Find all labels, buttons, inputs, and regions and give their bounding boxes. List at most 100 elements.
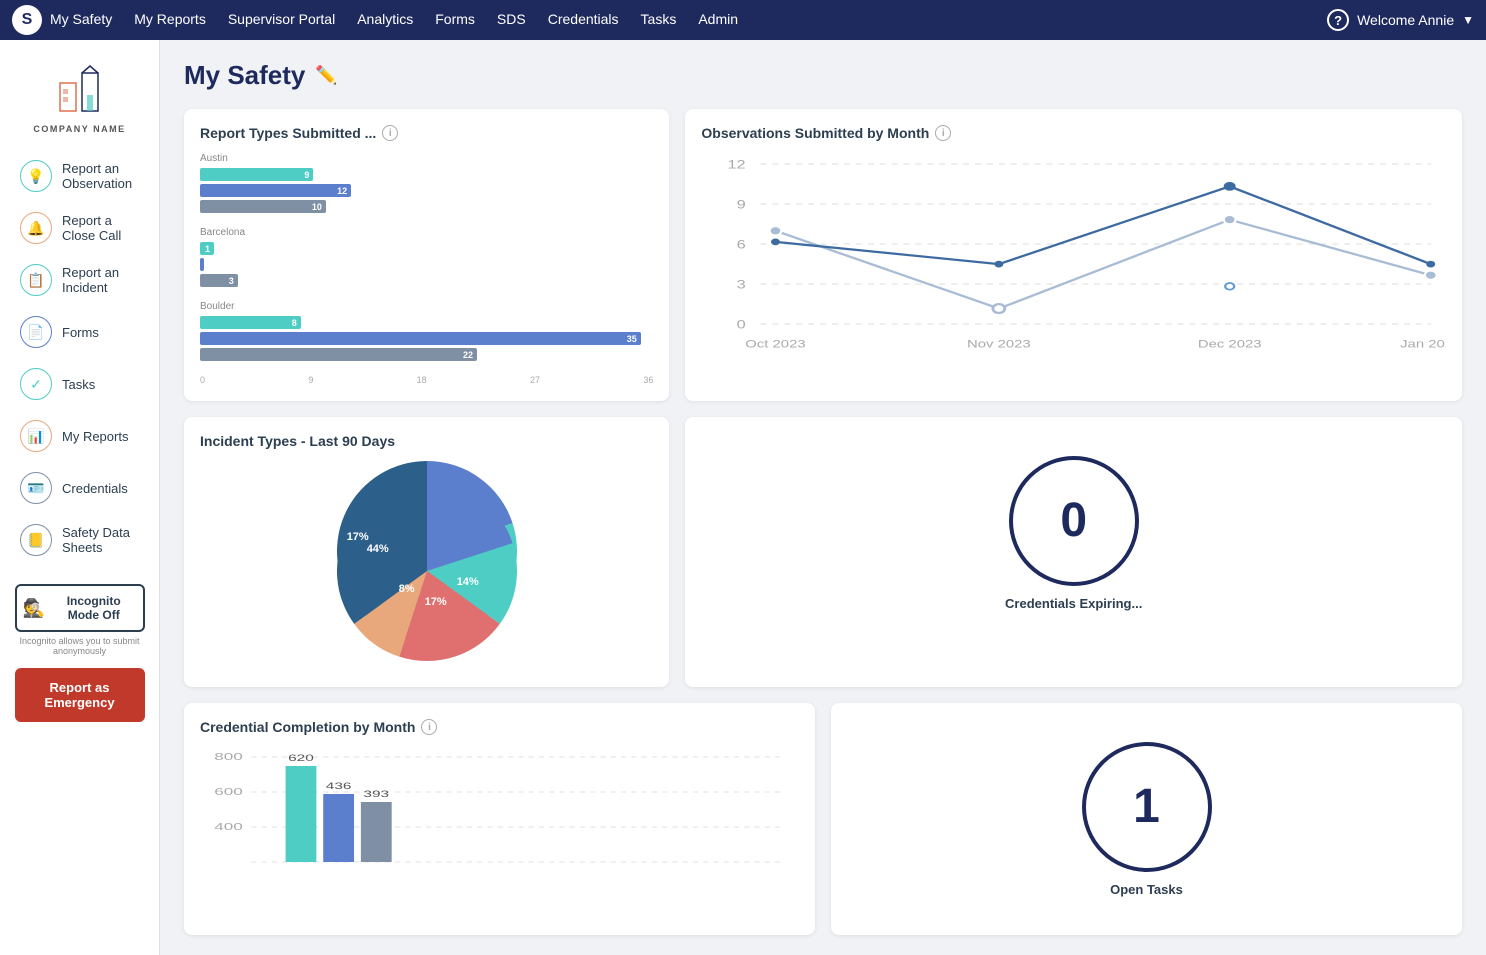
forms-label: Forms [62, 325, 99, 340]
incident-types-card: Incident Types - Last 90 Days [184, 417, 669, 687]
open-tasks-label: Open Tasks [1110, 882, 1183, 897]
app-layout: COMPANY NAME 💡 Report an Observation 🔔 R… [0, 40, 1486, 955]
report-close-call-label: Report a Close Call [62, 213, 139, 243]
nav-admin[interactable]: Admin [698, 11, 738, 27]
credentials-label: Credentials [62, 481, 128, 496]
credentials-expiring-wrap: 0 Credentials Expiring... [701, 433, 1446, 633]
credential-completion-card: Credential Completion by Month i 800 600… [184, 703, 815, 935]
sidebar: COMPANY NAME 💡 Report an Observation 🔔 R… [0, 40, 160, 955]
svg-text:600: 600 [214, 786, 243, 797]
credentials-expiring-circle: 0 [1009, 456, 1139, 586]
sidebar-item-safety-data-sheets[interactable]: 📒 Safety Data Sheets [10, 516, 149, 564]
nav-supervisor-portal[interactable]: Supervisor Portal [228, 11, 335, 27]
barcelona-bar-teal: 1 [200, 242, 214, 255]
user-menu-chevron[interactable]: ▼ [1462, 13, 1474, 27]
svg-text:6: 6 [737, 238, 746, 252]
barcelona-bar-1: 1 [200, 242, 653, 255]
incognito-mode-button[interactable]: 🕵️ Incognito Mode Off [15, 584, 145, 632]
svg-text:Nov 2023: Nov 2023 [967, 337, 1031, 350]
pie-svg-main [337, 481, 517, 661]
austin-bar-gray: 10 [200, 200, 326, 213]
help-icon[interactable]: ? [1327, 9, 1349, 31]
austin-bar-teal: 9 [200, 168, 313, 181]
company-logo: COMPANY NAME [33, 60, 125, 134]
logo-letter: S [22, 11, 33, 29]
austin-section: Austin 9 12 10 [200, 153, 653, 213]
report-close-call-icon: 🔔 [20, 212, 52, 244]
boulder-bar-3: 22 [200, 348, 653, 361]
safety-data-sheets-icon: 📒 [20, 524, 52, 556]
boulder-bar-1: 8 [200, 316, 653, 329]
svg-text:800: 800 [214, 751, 243, 762]
pie-container: 44% 14% 17% 8% 17% [337, 481, 517, 661]
observations-info-icon[interactable]: i [935, 125, 951, 141]
sidebar-item-report-observation[interactable]: 💡 Report an Observation [10, 152, 149, 200]
austin-bar-2: 12 [200, 184, 653, 197]
svg-text:393: 393 [363, 789, 389, 799]
bottom-dashboard-row: Credential Completion by Month i 800 600… [184, 703, 1462, 935]
barcelona-bar-gray: 3 [200, 274, 238, 287]
incognito-hint: Incognito allows you to submit anonymous… [15, 636, 145, 656]
top-navigation: S My Safety My Reports Supervisor Portal… [0, 0, 1486, 40]
svg-text:3: 3 [737, 278, 746, 292]
svg-text:620: 620 [288, 753, 314, 763]
nav-my-safety[interactable]: My Safety [50, 11, 112, 27]
credential-completion-title: Credential Completion by Month i [200, 719, 799, 735]
sidebar-nav: 💡 Report an Observation 🔔 Report a Close… [10, 152, 149, 564]
edit-icon[interactable]: ✏️ [315, 65, 337, 86]
boulder-section: Boulder 8 35 22 [200, 301, 653, 361]
company-logo-icon [49, 60, 109, 120]
nav-analytics[interactable]: Analytics [357, 11, 413, 27]
sidebar-item-tasks[interactable]: ✓ Tasks [10, 360, 149, 408]
nav-sds[interactable]: SDS [497, 11, 526, 27]
barcelona-bar-blue [200, 258, 204, 271]
credentials-icon: 🪪 [20, 472, 52, 504]
nav-links: My Safety My Reports Supervisor Portal A… [50, 11, 1327, 29]
barcelona-label: Barcelona [200, 227, 653, 238]
nav-forms[interactable]: Forms [435, 11, 475, 27]
welcome-text: Welcome Annie [1357, 12, 1454, 28]
boulder-bar-teal: 8 [200, 316, 301, 329]
sidebar-item-report-close-call[interactable]: 🔔 Report a Close Call [10, 204, 149, 252]
report-types-title: Report Types Submitted ... i [200, 125, 653, 141]
svg-text:0: 0 [737, 318, 746, 332]
austin-label: Austin [200, 153, 653, 164]
safety-data-sheets-label: Safety Data Sheets [62, 525, 139, 555]
forms-icon: 📄 [20, 316, 52, 348]
company-name-label: COMPANY NAME [33, 124, 125, 134]
report-observation-label: Report an Observation [62, 161, 139, 191]
nav-credentials[interactable]: Credentials [548, 11, 619, 27]
open-tasks-wrap: 1 Open Tasks [847, 719, 1446, 919]
svg-text:12: 12 [728, 158, 746, 172]
report-observation-icon: 💡 [20, 160, 52, 192]
report-types-info-icon[interactable]: i [382, 125, 398, 141]
page-title-area: My Safety ✏️ [184, 60, 1462, 91]
open-tasks-card: 1 Open Tasks [831, 703, 1462, 935]
sidebar-item-credentials[interactable]: 🪪 Credentials [10, 464, 149, 512]
open-tasks-circle: 1 [1082, 742, 1212, 872]
observations-line-chart: 12 9 6 3 0 [701, 153, 1446, 353]
sidebar-item-my-reports[interactable]: 📊 My Reports [10, 412, 149, 460]
barcelona-bar-2 [200, 258, 653, 271]
report-types-card: Report Types Submitted ... i Austin 9 12 [184, 109, 669, 401]
my-reports-icon: 📊 [20, 420, 52, 452]
nav-right: ? Welcome Annie ▼ [1327, 9, 1474, 31]
report-incident-icon: 📋 [20, 264, 52, 296]
sidebar-item-report-incident[interactable]: 📋 Report an Incident [10, 256, 149, 304]
austin-bar-1: 9 [200, 168, 653, 181]
emergency-label: Report as Emergency [44, 680, 114, 710]
boulder-label: Boulder [200, 301, 653, 312]
incident-types-title: Incident Types - Last 90 Days [200, 433, 653, 449]
logo-circle: S [12, 5, 42, 35]
tasks-label: Tasks [62, 377, 95, 392]
nav-tasks[interactable]: Tasks [641, 11, 677, 27]
svg-text:Dec 2023: Dec 2023 [1198, 337, 1262, 350]
main-content: My Safety ✏️ Report Types Submitted ... … [160, 40, 1486, 955]
emergency-button[interactable]: Report as Emergency [15, 668, 145, 722]
svg-text:400: 400 [214, 821, 243, 832]
credential-completion-info-icon[interactable]: i [421, 719, 437, 735]
nav-my-reports[interactable]: My Reports [134, 11, 206, 27]
report-types-chart: Austin 9 12 10 Barcelona [200, 153, 653, 385]
sidebar-item-forms[interactable]: 📄 Forms [10, 308, 149, 356]
svg-text:436: 436 [326, 781, 352, 791]
